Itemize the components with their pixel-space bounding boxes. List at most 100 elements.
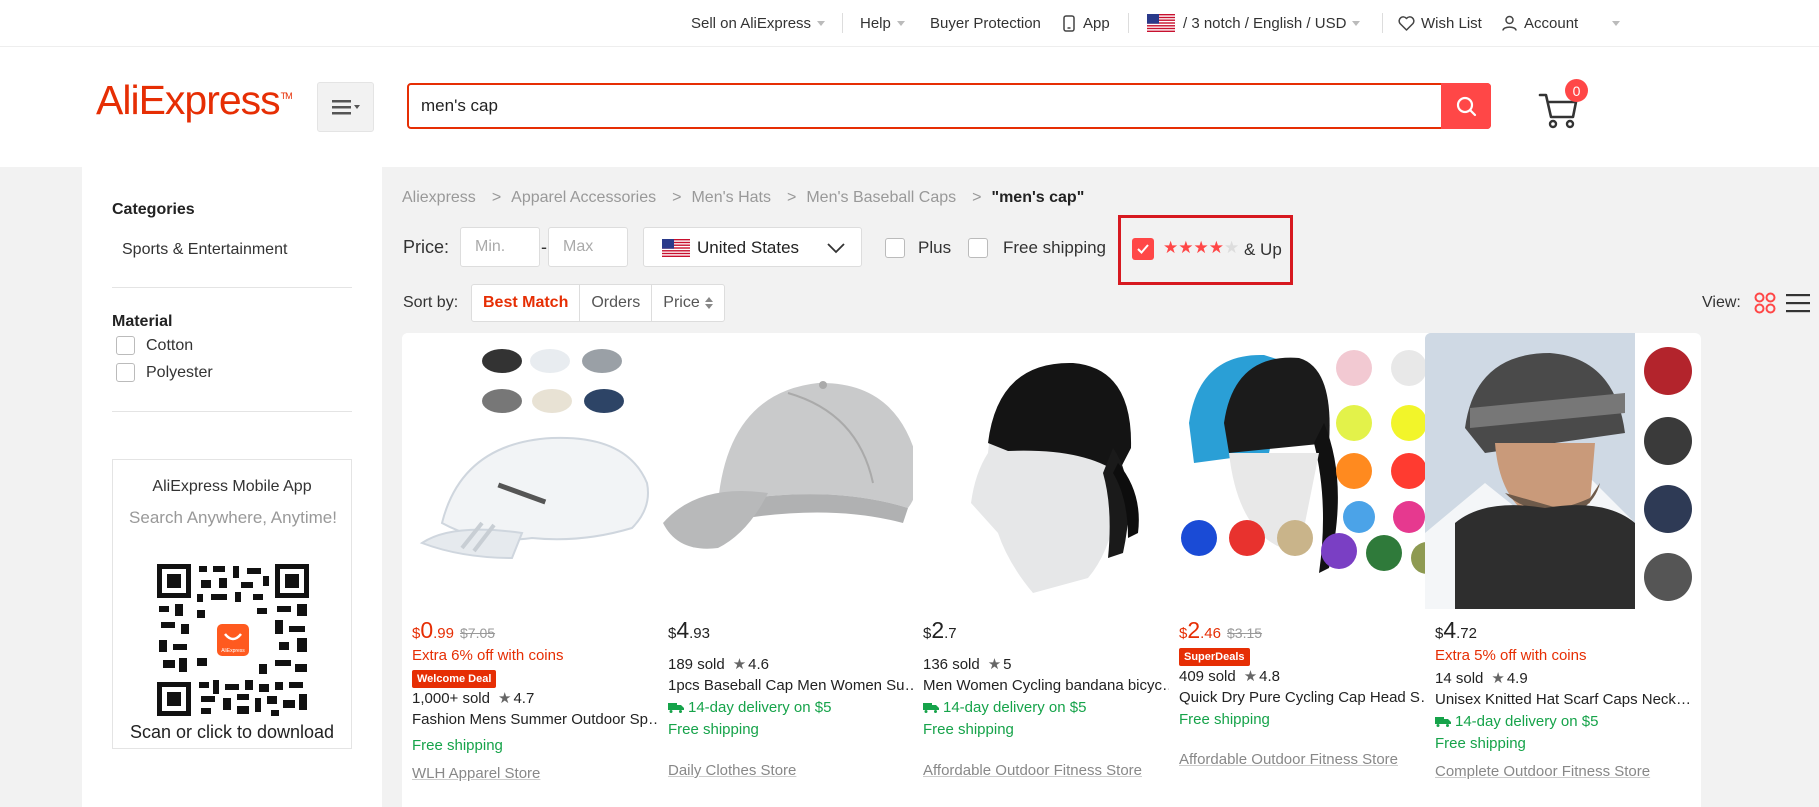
category-sports-entertainment[interactable]: Sports & Entertainment <box>122 241 287 259</box>
plus-checkbox[interactable] <box>885 238 905 258</box>
product-title[interactable]: Quick Dry Pure Cycling Cap Head Scarf Su… <box>1179 689 1435 711</box>
sell-on-aliexpress-link[interactable]: Sell on AliExpress <box>691 0 826 46</box>
help-link[interactable]: Help <box>860 0 905 46</box>
sort-price[interactable]: Price <box>652 285 723 321</box>
price-decimal: .7 <box>944 625 957 642</box>
breadcrumb-apparel-accessories[interactable]: Apparel Accessories <box>511 189 656 206</box>
aliexpress-logo[interactable]: AliExpressTM <box>96 77 293 124</box>
delivery-text: 14-day delivery on $5 <box>688 699 832 716</box>
breadcrumb-separator: > <box>672 189 682 206</box>
logo-text: AliExpress <box>96 77 281 123</box>
product-card[interactable]: $4.72 Extra 5% off with coins 14 sold ★ 4.… <box>1425 333 1701 807</box>
star-rating-icon[interactable]: ★★★★★ <box>1163 238 1239 258</box>
mobile-app-promo[interactable]: AliExpress Mobile App Search Anywhere, A… <box>112 459 352 749</box>
product-price: $2.7 <box>923 617 1179 647</box>
help-label: Help <box>860 14 891 32</box>
chevron-down-icon <box>1352 20 1361 26</box>
search-input[interactable] <box>421 85 1421 127</box>
list-view-icon[interactable] <box>1786 292 1810 314</box>
store-link[interactable]: Affordable Outdoor Fitness Store <box>1179 751 1435 773</box>
store-link[interactable]: Affordable Outdoor Fitness Store <box>923 762 1179 784</box>
rating-value: 5 <box>1003 656 1012 673</box>
material-cotton-label[interactable]: Cotton <box>146 337 193 355</box>
plus-label[interactable]: Plus <box>918 238 951 258</box>
us-flag-icon <box>662 239 690 257</box>
buyer-protection-link[interactable]: Buyer Protection <box>930 0 1041 46</box>
and-up-label[interactable]: & Up <box>1244 240 1282 260</box>
app-link[interactable]: App <box>1063 0 1110 46</box>
original-price: $3.15 <box>1227 625 1263 641</box>
view-label: View: <box>1702 294 1741 311</box>
divider <box>112 287 352 288</box>
material-polyester-checkbox[interactable] <box>116 363 135 382</box>
wish-list-label: Wish List <box>1421 14 1482 32</box>
sold-count: 409 sold <box>1179 668 1236 685</box>
us-flag-icon <box>1147 14 1175 32</box>
coins-discount: Extra 5% off with coins <box>1435 647 1587 664</box>
breadcrumb-mens-hats[interactable]: Men's Hats <box>691 189 771 206</box>
search-button[interactable] <box>1441 83 1491 129</box>
store-link[interactable]: Daily Clothes Store <box>668 762 924 784</box>
breadcrumb-current-query: "men's cap" <box>991 189 1085 206</box>
divider <box>1382 13 1383 33</box>
sold-count: 1,000+ sold <box>412 690 490 707</box>
product-image[interactable] <box>658 333 934 609</box>
locale-label: / 3 notch / English / USD <box>1183 14 1347 32</box>
free-shipping-label[interactable]: Free shipping <box>1003 238 1106 258</box>
sold-and-rating: 136 sold ★ 5 <box>923 655 1179 677</box>
breadcrumb-separator: > <box>972 189 982 206</box>
empty-star: ★ <box>1223 238 1240 257</box>
star-icon: ★ <box>987 656 1002 673</box>
account-menu[interactable]: Account <box>1502 0 1621 46</box>
free-shipping-checkbox[interactable] <box>968 238 988 258</box>
sort-best-match[interactable]: Best Match <box>472 285 581 321</box>
category-menu-button[interactable] <box>317 82 374 132</box>
material-polyester-label[interactable]: Polyester <box>146 364 213 382</box>
price-max-input[interactable] <box>548 227 628 267</box>
wish-list-link[interactable]: Wish List <box>1398 0 1482 46</box>
sort-options: Best Match Orders Price <box>471 284 725 322</box>
product-card[interactable]: $2.7 136 sold ★ 5 Men Women Cycling bandan… <box>913 333 1189 807</box>
product-info: $4.93 189 sold ★ 4.6 1pcs Baseball Cap Men… <box>668 617 924 784</box>
price-main: 2 <box>1187 617 1201 643</box>
delivery-info: 14-day delivery on $5 <box>668 699 924 721</box>
four-stars-and-up-checkbox[interactable] <box>1132 238 1154 260</box>
locale-selector[interactable]: / 3 notch / English / USD <box>1147 0 1361 46</box>
material-cotton-checkbox[interactable] <box>116 336 135 355</box>
delivery-text: 14-day delivery on $5 <box>1455 713 1599 730</box>
sort-orders[interactable]: Orders <box>580 285 653 321</box>
product-title[interactable]: Men Women Cycling bandana bicycle head s… <box>923 677 1179 699</box>
divider <box>112 411 352 412</box>
rating-value: 4.9 <box>1506 670 1528 687</box>
chevron-down-icon <box>817 20 826 26</box>
store-link[interactable]: Complete Outdoor Fitness Store <box>1435 763 1691 785</box>
ship-to-country-select[interactable]: United States <box>643 227 862 267</box>
product-image[interactable] <box>402 333 678 609</box>
cart-button[interactable]: 0 <box>1537 79 1597 139</box>
product-card[interactable]: $0.99 $7.05 Extra 6% off with coins Welco… <box>402 333 678 807</box>
checkmark-icon <box>1137 244 1149 254</box>
store-link[interactable]: WLH Apparel Store <box>412 765 668 787</box>
delivery-info: 14-day delivery on $5 <box>1435 713 1691 735</box>
breadcrumb-mens-baseball-caps[interactable]: Men's Baseball Caps <box>806 189 956 206</box>
price-main: 2 <box>931 617 945 643</box>
product-image[interactable] <box>1169 333 1445 609</box>
sold-count: 136 sold <box>923 656 980 673</box>
product-image[interactable] <box>913 333 1189 609</box>
account-label: Account <box>1524 14 1579 32</box>
product-card[interactable]: $4.93 189 sold ★ 4.6 1pcs Baseball Cap Men… <box>658 333 934 807</box>
product-title[interactable]: Fashion Mens Summer Outdoor Sport Sun Ha… <box>412 711 668 733</box>
breadcrumb-aliexpress[interactable]: Aliexpress <box>402 189 476 206</box>
product-image[interactable] <box>1425 333 1701 609</box>
product-title[interactable]: Unisex Knitted Hat Scarf Caps Neck Warme… <box>1435 691 1691 713</box>
sold-and-rating: 14 sold ★ 4.9 <box>1435 669 1691 691</box>
heart-icon <box>1398 15 1415 31</box>
sort-arrows-icon <box>704 297 713 309</box>
product-title[interactable]: 1pcs Baseball Cap Men Women Summer Mesh … <box>668 677 924 699</box>
free-shipping-text: Free shipping <box>923 721 1014 738</box>
grid-view-icon[interactable] <box>1754 292 1776 314</box>
hamburger-menu-icon <box>331 100 360 115</box>
price-min-input[interactable] <box>460 227 540 267</box>
product-card[interactable]: $2.46 $3.15 SuperDeals 409 sold ★ 4.8 Quick… <box>1169 333 1445 807</box>
search-icon <box>1456 96 1477 117</box>
